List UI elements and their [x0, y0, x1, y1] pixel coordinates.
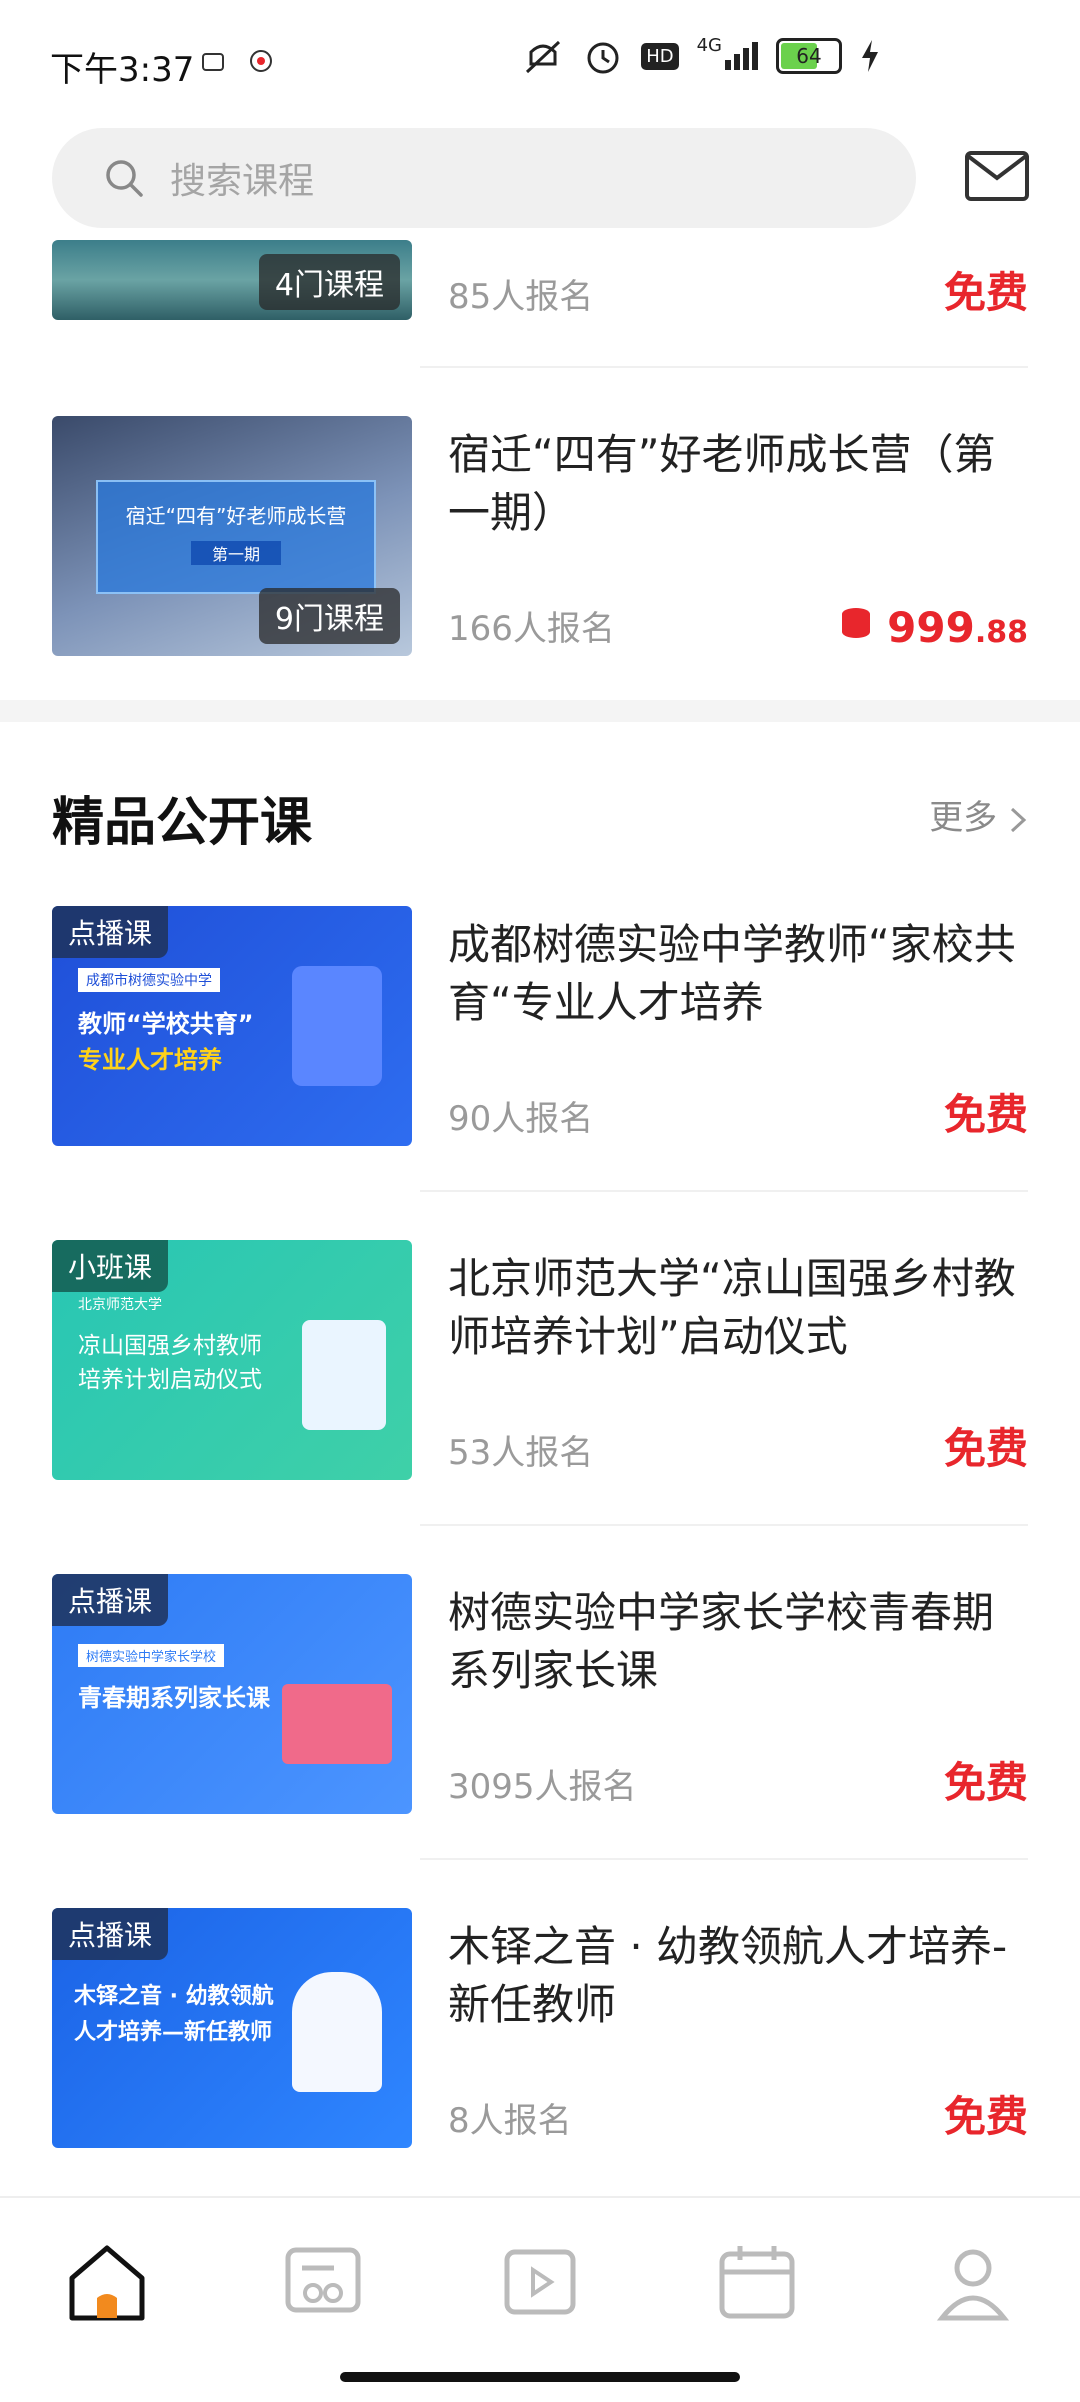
course-type-badge: 小班课: [52, 1240, 169, 1292]
price-free: 免费: [943, 1424, 1028, 1473]
enroll-count: 85人报名: [448, 277, 594, 317]
price-free: 免费: [943, 268, 1028, 317]
course-title: 成都树德实验中学教师“家校共育“专业人才培养: [448, 920, 1016, 1027]
course-thumbnail: 4门课程: [52, 240, 412, 320]
divider: [420, 1858, 1028, 1860]
price: 999.88: [839, 603, 1028, 652]
illustration-teacher: [292, 1972, 382, 2092]
search-icon: [106, 160, 143, 197]
hd-icon: HD: [641, 42, 679, 70]
notification-icon: [202, 53, 224, 71]
more-link[interactable]: 更多: [929, 790, 1028, 839]
course-type-badge: 点播课: [52, 906, 169, 958]
search-placeholder: 搜索课程: [170, 161, 315, 202]
illustration-books: [282, 1684, 392, 1764]
course-card[interactable]: 北京师范大学 凉山国强乡村教师 培养计划启动仪式 小班课 北京师范大学“凉山国强…: [52, 1240, 1028, 1480]
course-type-badge: 点播课: [52, 1574, 169, 1626]
enroll-count: 3095人报名: [448, 1767, 637, 1807]
course-count: 4门课程: [258, 254, 400, 310]
search-input[interactable]: 搜索课程: [52, 128, 916, 228]
tab-calendar-icon[interactable]: [712, 2238, 802, 2328]
course-type-badge: 点播课: [52, 1908, 169, 1960]
divider: [420, 1524, 1028, 1526]
tab-video-icon[interactable]: [495, 2238, 585, 2328]
enroll-count: 53人报名: [448, 1433, 594, 1473]
mute-icon: [526, 40, 561, 74]
alarm-icon: [587, 42, 619, 74]
course-thumbnail: 宿迁“四有”好老师成长营 第一期 9门课程: [52, 416, 412, 656]
enroll-count: 8人报名: [448, 2101, 572, 2141]
home-indicator[interactable]: [340, 2372, 740, 2382]
chevron-right-icon: [1010, 807, 1027, 832]
course-card[interactable]: 树德实验中学家长学校 青春期系列家长课 点播课 树德实验中学家长学校青春期系列家…: [52, 1574, 1028, 1814]
signal-icon: 4G: [697, 35, 758, 70]
battery-icon: 64: [776, 38, 842, 74]
course-thumbnail: 成都市树德实验中学 教师“学校共育” 专业人才培养 点播课: [52, 906, 412, 1146]
course-title: 木铎之音 · 幼教领航人才培养-新任教师: [448, 1922, 1008, 2029]
coin-icon: [841, 608, 870, 638]
illustration-checklist: [302, 1320, 386, 1430]
price-free: 免费: [943, 1090, 1028, 1139]
course-count: 9门课程: [258, 588, 400, 644]
status-icons: HD 4G 64: [521, 35, 880, 76]
course-card[interactable]: 4门课程 85人报名 免费: [52, 240, 1028, 320]
message-icon[interactable]: [964, 150, 1030, 202]
status-bar: 下午3:37 HD 4G 64: [0, 0, 1080, 120]
course-title: 宿迁“四有”好老师成长营（第一期）: [448, 430, 996, 537]
price-free: 免费: [943, 2092, 1028, 2141]
charging-icon: [862, 40, 878, 72]
thumb-banner: 宿迁“四有”好老师成长营 第一期: [96, 480, 376, 594]
enroll-count: 166人报名: [448, 609, 615, 649]
tab-home-icon[interactable]: [62, 2238, 152, 2328]
app-notification-icon: [250, 50, 272, 72]
tab-profile-icon[interactable]: [928, 2238, 1018, 2328]
divider: [420, 366, 1028, 368]
course-thumbnail: 北京师范大学 凉山国强乡村教师 培养计划启动仪式 小班课: [52, 1240, 412, 1480]
section-title: 精品公开课: [52, 793, 313, 853]
course-card[interactable]: 成都市树德实验中学 教师“学校共育” 专业人才培养 点播课 成都树德实验中学教师…: [52, 906, 1028, 1146]
illustration-person: [292, 966, 382, 1086]
course-card[interactable]: 宿迁“四有”好老师成长营 第一期 9门课程 宿迁“四有”好老师成长营（第一期） …: [52, 416, 1028, 656]
status-time: 下午3:37: [50, 50, 195, 90]
course-title: 树德实验中学家长学校青春期系列家长课: [448, 1588, 995, 1695]
course-thumbnail: 木铎之音 · 幼教领航 人才培养—新任教师 点播课: [52, 1908, 412, 2148]
course-card[interactable]: 木铎之音 · 幼教领航 人才培养—新任教师 点播课 木铎之音 · 幼教领航人才培…: [52, 1908, 1028, 2148]
tab-class-icon[interactable]: [278, 2238, 368, 2328]
price-free: 免费: [943, 1758, 1028, 1807]
divider: [420, 1190, 1028, 1192]
course-thumbnail: 树德实验中学家长学校 青春期系列家长课 点播课: [52, 1574, 412, 1814]
course-title: 北京师范大学“凉山国强乡村教师培养计划”启动仪式: [448, 1254, 1016, 1361]
enroll-count: 90人报名: [448, 1099, 594, 1139]
section-gap: [0, 700, 1080, 722]
